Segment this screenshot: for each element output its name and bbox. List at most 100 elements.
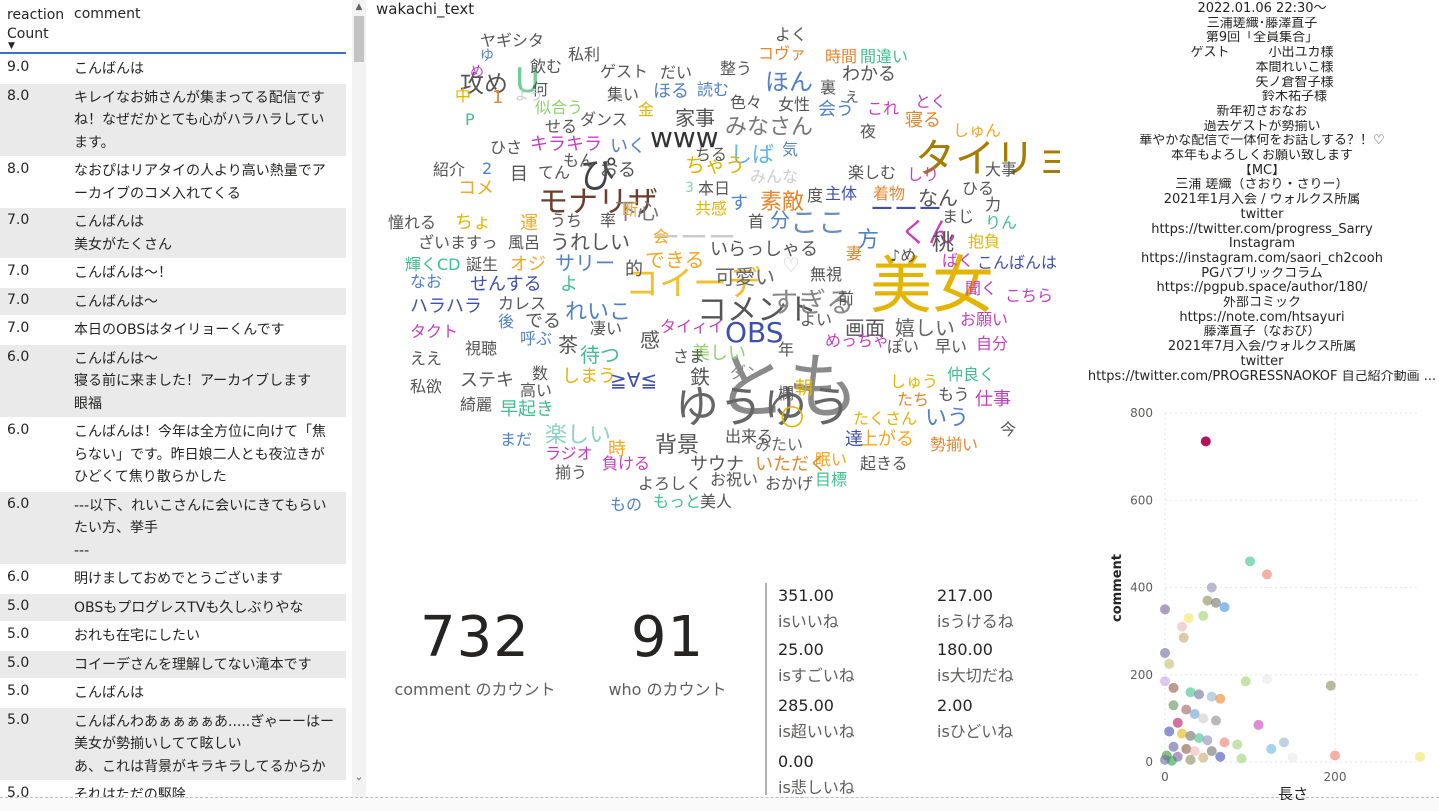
- scatter-point[interactable]: [1279, 737, 1289, 748]
- scatter-point[interactable]: [1219, 737, 1230, 748]
- wordcloud-word[interactable]: ステキ: [460, 370, 514, 391]
- scatter-point[interactable]: [1215, 751, 1226, 762]
- wordcloud-word[interactable]: いただく: [755, 454, 827, 475]
- wordcloud-word[interactable]: 欄: [778, 384, 794, 403]
- wordcloud-word[interactable]: せる: [545, 117, 577, 136]
- wordcloud-word[interactable]: 断: [622, 200, 638, 219]
- wordcloud-word[interactable]: 私欲: [410, 377, 442, 396]
- scatter-point[interactable]: [1206, 582, 1217, 593]
- wordcloud-word[interactable]: めっちゃ: [825, 331, 889, 350]
- wordcloud-word[interactable]: 金: [638, 100, 654, 119]
- scatter-point[interactable]: [1232, 739, 1243, 750]
- wordcloud-word[interactable]: たち: [897, 390, 929, 409]
- wordcloud-word[interactable]: こんばんは: [977, 253, 1057, 272]
- wordcloud-word[interactable]: 出来る: [725, 427, 773, 446]
- sort-descending-icon[interactable]: ▼: [8, 42, 15, 51]
- wordcloud-word[interactable]: ええ: [410, 349, 442, 368]
- scatter-point[interactable]: [1219, 602, 1230, 613]
- wordcloud-word[interactable]: サリー: [555, 251, 615, 275]
- wordcloud-word[interactable]: 会う: [818, 99, 854, 120]
- wordcloud-word[interactable]: 揃う: [555, 463, 587, 482]
- wordcloud-word[interactable]: 仕事: [975, 389, 1011, 410]
- scatter-point[interactable]: [1215, 693, 1226, 704]
- wordcloud-word[interactable]: みんな: [750, 167, 798, 186]
- wordcloud-word[interactable]: ラジオ: [545, 444, 593, 463]
- wordcloud-word[interactable]: 女性: [778, 95, 810, 114]
- scatter-point[interactable]: [1236, 753, 1247, 764]
- wordcloud-word[interactable]: タイィイ: [660, 317, 724, 336]
- wordcloud-word[interactable]: ばく: [942, 251, 974, 270]
- wordcloud-word[interactable]: 高い: [520, 381, 552, 400]
- wordcloud-word[interactable]: もの: [610, 495, 642, 514]
- wordcloud-word[interactable]: ちゃう: [685, 153, 745, 177]
- wordcloud-word[interactable]: りん: [985, 213, 1017, 232]
- scatter-point[interactable]: [1189, 746, 1200, 757]
- scatter-point[interactable]: [1202, 595, 1213, 606]
- table-row[interactable]: 6.0 明けましておめでとうございます: [0, 565, 346, 594]
- wordcloud-word[interactable]: 2: [482, 159, 492, 178]
- scatter-point[interactable]: [1266, 743, 1277, 754]
- wordcloud-word[interactable]: 妻: [846, 244, 862, 263]
- wordcloud-word[interactable]: まだ: [500, 430, 532, 449]
- wordcloud-word[interactable]: 率: [600, 211, 616, 230]
- wordcloud-word[interactable]: 凄い: [590, 319, 622, 338]
- table-row[interactable]: 7.0 こんばんは 美女がたくさん: [0, 208, 346, 259]
- wordcloud-word[interactable]: 仲良く: [947, 365, 995, 384]
- wordcloud-word[interactable]: 中: [455, 86, 471, 105]
- wordcloud-word[interactable]: 早い: [935, 337, 967, 356]
- scatter-point[interactable]: [1177, 728, 1187, 739]
- wordcloud-word[interactable]: 度: [807, 186, 823, 205]
- scatter-point[interactable]: [1198, 610, 1209, 621]
- wordcloud-word[interactable]: オジ: [510, 254, 546, 275]
- wordcloud-word[interactable]: 感: [640, 328, 660, 352]
- wordcloud-word[interactable]: ざいますっ: [418, 233, 497, 252]
- scatter-point[interactable]: [1202, 735, 1213, 746]
- scatter-point[interactable]: [1240, 676, 1251, 687]
- wordcloud-word[interactable]: キラキラ: [530, 134, 602, 155]
- wordcloud-word[interactable]: P: [465, 110, 475, 129]
- scatter-point[interactable]: [1200, 436, 1211, 447]
- scrollbar-thumb[interactable]: [354, 16, 364, 62]
- scatter-point[interactable]: [1211, 597, 1221, 608]
- wordcloud-word[interactable]: 待つ: [580, 343, 620, 367]
- wordcloud-word[interactable]: 今: [1000, 420, 1016, 439]
- wordcloud-word[interactable]: コメ: [458, 178, 494, 199]
- wordcloud-word[interactable]: 誕生: [466, 255, 498, 274]
- wordcloud-word[interactable]: 運: [520, 213, 538, 234]
- table-row[interactable]: 8.0 なおぴはリアタイの人より高い熱量でアーカイブのコメ入れてくる: [0, 157, 346, 208]
- wordcloud-word[interactable]: 達: [845, 429, 863, 450]
- scatter-point[interactable]: [1206, 746, 1217, 757]
- wordcloud-word[interactable]: ひさ: [490, 138, 522, 157]
- table-row[interactable]: 5.0 OBSもプログレスTVも久しぶりやな: [0, 593, 346, 622]
- wordcloud-word[interactable]: おかげ: [765, 474, 813, 493]
- wordcloud-word[interactable]: ♡: [782, 253, 800, 277]
- wordcloud-word[interactable]: 整う: [720, 59, 752, 78]
- wordcloud-word[interactable]: 負ける: [602, 454, 650, 473]
- wordcloud-word[interactable]: ダンス: [580, 110, 628, 129]
- wordcloud-word[interactable]: 集い: [607, 85, 639, 104]
- scatter-point[interactable]: [1198, 752, 1209, 763]
- scatter-point[interactable]: [1168, 741, 1179, 752]
- column-header-comment[interactable]: comment: [74, 6, 141, 22]
- wordcloud-word[interactable]: 聞く: [965, 279, 997, 298]
- wordcloud-word[interactable]: わかる: [842, 64, 896, 85]
- scatter-point[interactable]: [1330, 750, 1340, 761]
- wordcloud-word[interactable]: とく: [915, 92, 947, 111]
- wordcloud-word[interactable]: これ: [867, 99, 899, 118]
- wordcloud-word[interactable]: 自分: [976, 334, 1008, 353]
- scroll-up-icon[interactable]: ▲: [352, 0, 366, 14]
- wordcloud-word[interactable]: もっと: [653, 492, 701, 511]
- scatter-point[interactable]: [1172, 717, 1183, 728]
- wordcloud-word[interactable]: め: [470, 64, 484, 80]
- wordcloud-word[interactable]: 無視: [810, 265, 842, 284]
- wordcloud-word[interactable]: ハラハラ: [410, 296, 482, 317]
- scatter-point[interactable]: [1160, 647, 1170, 658]
- wordcloud-word[interactable]: でる: [525, 311, 561, 332]
- wordcloud-word[interactable]: こちら: [1005, 286, 1053, 305]
- wordcloud-word[interactable]: 視聴: [465, 339, 497, 358]
- wordcloud-word[interactable]: 着物: [873, 184, 905, 203]
- wordcloud-word[interactable]: ダン: [730, 363, 762, 382]
- wordcloud-word[interactable]: だい: [660, 63, 692, 82]
- wordcloud-word[interactable]: コヴァ: [758, 44, 806, 63]
- scatter-point[interactable]: [1194, 689, 1204, 700]
